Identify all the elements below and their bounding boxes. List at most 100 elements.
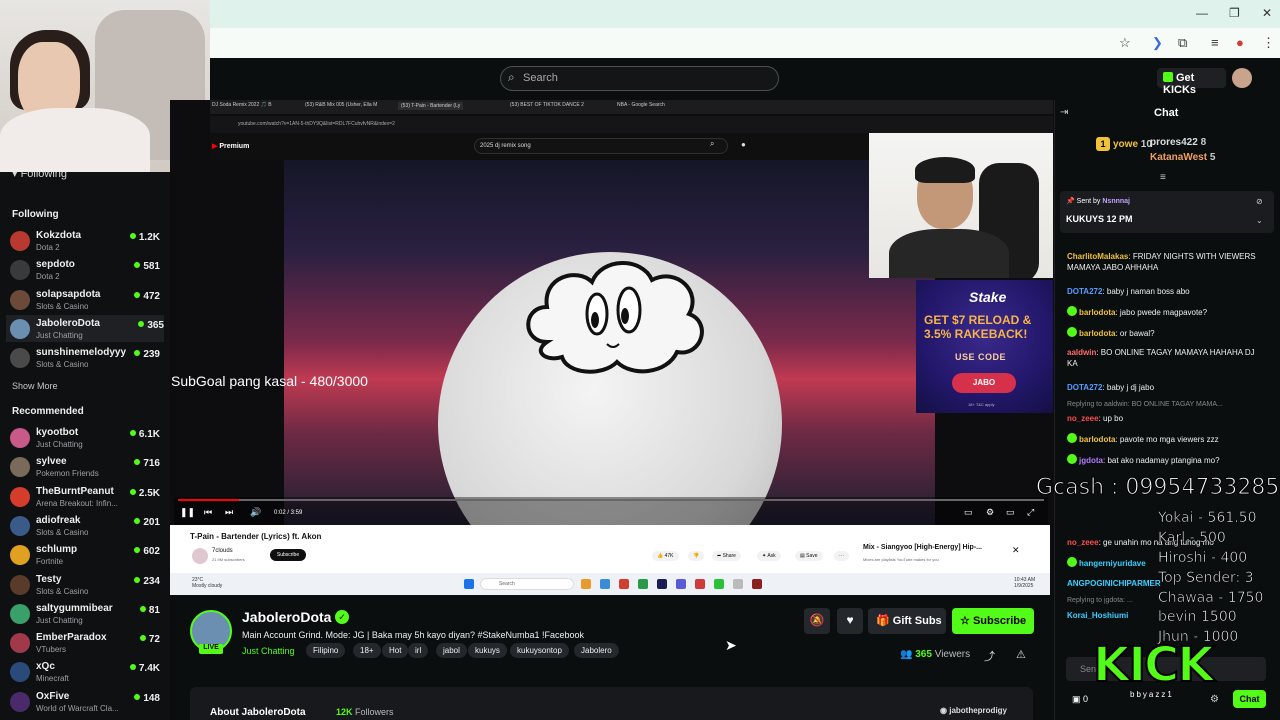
pin-icon: 📌	[1066, 198, 1075, 205]
sidebar-channel-item[interactable]: saltygummibear Just Chatting 81	[10, 600, 160, 627]
chat-send-button[interactable]: Chat	[1233, 690, 1266, 708]
channel-name: OxFive	[36, 690, 70, 702]
sidebar-channel-item[interactable]: Testy Slots & Casino 234	[10, 571, 160, 598]
collapse-chat-icon[interactable]: ⇥	[1060, 107, 1068, 118]
channel-category: Dota 2	[36, 272, 60, 282]
chat-username[interactable]: barlodota	[1079, 308, 1115, 317]
chat-username[interactable]: barlodota	[1079, 435, 1115, 444]
chat-message: barlodota: or bawal?	[1067, 327, 1267, 339]
stream-tag[interactable]: Hot	[382, 643, 409, 658]
chevron-down-icon[interactable]: ⌄	[1256, 216, 1263, 225]
viewer-count: 201	[134, 517, 160, 528]
sidebar-channel-item[interactable]: JaboleroDota Just Chatting 365	[6, 314, 164, 342]
subscriber-badge-icon	[1067, 433, 1077, 443]
volume-icon[interactable]: 🔊	[250, 507, 261, 518]
sidebar-channel-item[interactable]: sunshinemelodyyy Slots & Casino 239	[10, 344, 160, 371]
user-avatar[interactable]	[1232, 68, 1252, 88]
notifications-off-icon[interactable]: 🔕	[804, 608, 830, 634]
chat-username[interactable]: barlodota	[1079, 329, 1115, 338]
chat-settings-icon[interactable]: ⚙	[1210, 694, 1219, 705]
show-more-link[interactable]: Show More	[12, 381, 58, 391]
reply-context: Replying to aaldwin: BO ONLINE TAGAY MAM…	[1067, 401, 1223, 408]
chat-username[interactable]: no_zeee	[1067, 414, 1099, 423]
hide-pin-icon[interactable]: ⊘	[1256, 197, 1263, 206]
viewer-count: 602	[134, 546, 160, 557]
chat-username[interactable]: ANGPOGINICHIPARMER	[1067, 579, 1161, 588]
channel-category: Just Chatting	[36, 440, 83, 449]
captions-icon[interactable]: ▭	[964, 507, 973, 518]
chat-username[interactable]: aaldwin	[1067, 348, 1096, 357]
subscriber-badge-icon	[1067, 557, 1077, 567]
sidebar-channel-item[interactable]: solapsapdota Slots & Casino 472	[10, 286, 160, 313]
leaderboard-third: KatanaWest 5	[1150, 152, 1215, 163]
restore-icon[interactable]: ❐	[1229, 6, 1240, 20]
taskbar-app-icon	[714, 579, 724, 589]
sidebar-channel-item[interactable]: sepdoto Dota 2 581	[10, 256, 160, 283]
menu-icon[interactable]: ⋮	[1262, 35, 1275, 51]
report-flag-icon[interactable]: ⚠	[1016, 648, 1026, 661]
stream-tag[interactable]: Filipino	[306, 643, 346, 658]
chat-username[interactable]: no_zeee	[1067, 538, 1099, 547]
share-icon[interactable]: ⤴	[984, 648, 995, 664]
recommended-heading: Recommended	[12, 406, 84, 417]
stream-tag[interactable]: kukuys	[468, 643, 507, 658]
channel-name: schlump	[36, 544, 78, 556]
chat-username[interactable]: CharlitoMalakas	[1067, 252, 1128, 261]
channel-name[interactable]: JaboleroDota	[242, 609, 331, 625]
theater-icon[interactable]: ▭	[1006, 507, 1015, 518]
youtube-save-button: ▤ Save	[795, 551, 823, 561]
minimize-icon[interactable]: —	[1196, 6, 1208, 20]
profile-icon[interactable]: ●	[1236, 35, 1244, 50]
expand-leaderboard-icon[interactable]: ≡	[1160, 172, 1166, 183]
subscribe-button[interactable]: ☆ Subscribe	[952, 608, 1034, 634]
extension-icon[interactable]: ❯	[1152, 35, 1163, 51]
stream-tag[interactable]: irl	[408, 643, 429, 658]
sidebar-channel-item[interactable]: schlump Fortnite 602	[10, 541, 160, 568]
stream-tag[interactable]: 18+	[353, 643, 381, 658]
live-dot-icon	[129, 430, 136, 436]
shared-tab: (53) R&B Mix 005 (Usher, Ella M	[305, 102, 378, 108]
next-icon[interactable]: ⏭	[225, 507, 233, 518]
sidebar-channel-item[interactable]: sylvee Pokemon Friends 716	[10, 453, 160, 480]
channel-avatar	[10, 662, 30, 683]
sidebar-channel-item[interactable]: xQc Minecraft 7.4K	[10, 658, 160, 685]
media-icon[interactable]: ≡	[1211, 35, 1219, 50]
previous-icon[interactable]: ⏮	[204, 507, 212, 518]
gift-subs-button[interactable]: 🎁 Gift Subs	[868, 608, 946, 634]
sidebar-channel-item[interactable]: Kokzdota Dota 2 1.2K	[10, 227, 160, 254]
sidebar-channel-item[interactable]: EmberParadox VTubers 72	[10, 629, 160, 656]
fullscreen-icon[interactable]: ⤢	[1027, 507, 1034, 518]
stream-category[interactable]: Just Chatting	[242, 646, 295, 656]
leaderboard-name: yowe	[1113, 139, 1139, 150]
stream-tag[interactable]: kukuysontop	[510, 643, 569, 658]
bookmark-star-icon[interactable]: ☆	[1119, 35, 1131, 51]
sidebar-channel-item[interactable]: kyootbot Just Chatting 6.1K	[10, 424, 160, 451]
channel-name: sylvee	[36, 456, 67, 468]
stream-tag[interactable]: jabol	[436, 643, 467, 658]
sidebar-channel-item[interactable]: adiofreak Slots & Casino 201	[10, 512, 160, 539]
youtube-like-button: 👍 47K	[652, 551, 679, 561]
settings-icon[interactable]: ⚙	[986, 507, 994, 518]
sidebar-channel-item[interactable]: TheBurntPeanut Arena Breakout: Infin... 2.…	[10, 483, 160, 510]
puzzle-icon[interactable]: ⧉	[1178, 35, 1187, 51]
chat-username[interactable]: DOTA272	[1067, 287, 1102, 296]
about-section	[190, 687, 1033, 720]
get-kicks-button[interactable]: Get KICKs	[1157, 68, 1226, 96]
live-dot-icon	[134, 459, 141, 466]
discord-link[interactable]: ◉ jabotheprodigy	[940, 706, 1007, 715]
sidebar-channel-item[interactable]: OxFive World of Warcraft Cla... 148	[10, 688, 160, 715]
pause-icon[interactable]: ❚❚	[180, 507, 195, 518]
chat-username[interactable]: DOTA272	[1067, 383, 1102, 392]
chat-username[interactable]: hangerniyuridave	[1079, 559, 1146, 568]
chat-username[interactable]: jgdota	[1079, 456, 1103, 465]
close-icon[interactable]: ✕	[1262, 6, 1272, 20]
chat-username[interactable]: Korai_Hoshiumi	[1067, 611, 1128, 620]
youtube-ask-button: ✦ Ask	[757, 551, 781, 561]
youtube-channel-subs: 21.9M subscribers	[212, 557, 245, 562]
video-progress-track[interactable]	[178, 499, 1044, 501]
clock-date: 1/9/2025	[1014, 583, 1034, 589]
channel-avatar	[10, 574, 30, 595]
stream-tag[interactable]: Jabolero	[574, 643, 619, 658]
leaderboard-second: prores422 8	[1150, 137, 1206, 148]
follow-heart-icon[interactable]: ♥	[837, 608, 863, 634]
